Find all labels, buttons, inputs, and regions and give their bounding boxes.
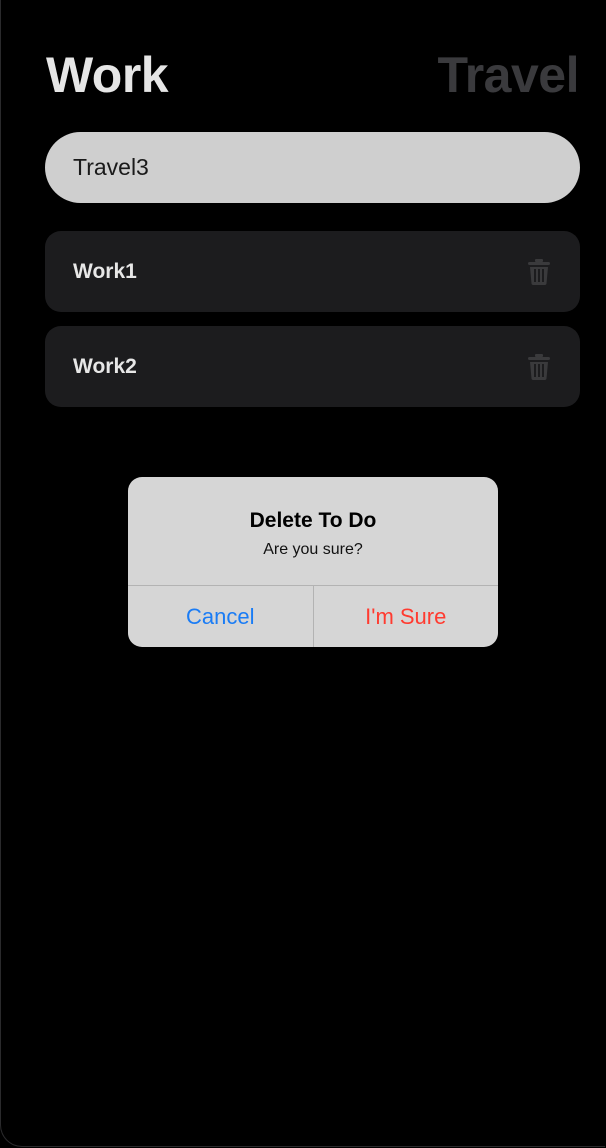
app-screen: Work Travel Work1 Work2 <box>0 0 606 1148</box>
todo-label: Work2 <box>73 354 137 378</box>
todo-item-work2[interactable]: Work2 <box>45 326 580 407</box>
dialog-message: Are you sure? <box>263 541 363 558</box>
todo-input[interactable] <box>45 132 580 203</box>
header-tabs: Work Travel <box>46 44 579 106</box>
todo-item-work1[interactable]: Work1 <box>45 231 580 312</box>
confirm-delete-button[interactable]: I'm Sure <box>314 586 499 647</box>
trash-icon[interactable] <box>526 353 552 381</box>
tab-travel[interactable]: Travel <box>437 46 579 104</box>
dialog-body: Delete To Do Are you sure? <box>128 477 498 586</box>
todo-label: Work1 <box>73 259 137 283</box>
dialog-title: Delete To Do <box>249 509 377 532</box>
trash-icon[interactable] <box>526 258 552 286</box>
tab-work[interactable]: Work <box>46 46 169 104</box>
cancel-button[interactable]: Cancel <box>128 586 314 647</box>
delete-confirm-dialog: Delete To Do Are you sure? Cancel I'm Su… <box>128 477 498 647</box>
dialog-actions: Cancel I'm Sure <box>128 586 498 647</box>
